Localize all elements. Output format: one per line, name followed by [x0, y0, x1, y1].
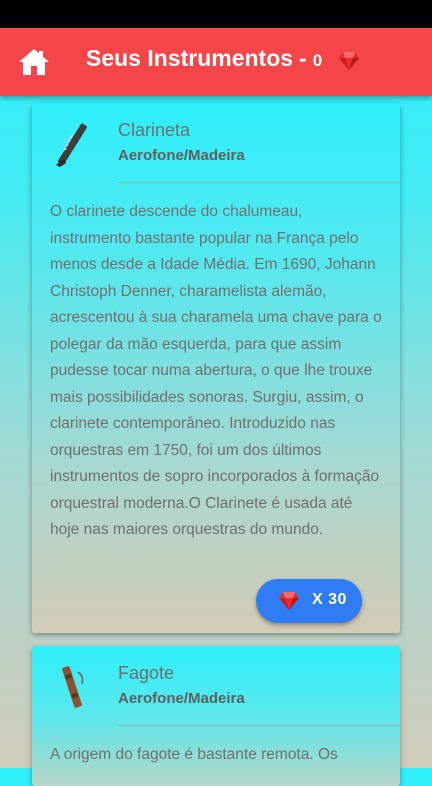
divider: [118, 725, 400, 726]
instrument-name: Fagote: [118, 663, 175, 683]
buy-button[interactable]: X 30: [256, 579, 362, 623]
gem-count: 0: [312, 51, 323, 70]
instrument-category: Aerofone/Madeira: [118, 147, 245, 164]
gem-icon: [339, 52, 359, 70]
instrument-description: A origem do fagote é bastante remota. Os: [50, 746, 338, 763]
divider: [118, 182, 400, 183]
page-title-text: Seus Instrumentos: [86, 45, 294, 71]
app-bar: Seus Instrumentos -0: [0, 28, 432, 96]
instrument-category: Aerofone/Madeira: [118, 690, 245, 707]
clarinet-icon: [56, 123, 87, 167]
instrument-name: Clarineta: [118, 120, 191, 140]
instrument-card: Fagote Aerofone/Madeira A origem do fago…: [32, 646, 400, 786]
page-title: Seus Instrumentos -0: [86, 45, 322, 72]
gem-icon: [279, 592, 299, 610]
bassoon-icon: [62, 666, 84, 708]
instrument-description: O clarinete descende do chalumeau, instr…: [50, 203, 382, 538]
status-bar: [0, 0, 432, 28]
instrument-card: Clarineta Aerofone/Madeira O clarinete d…: [32, 103, 400, 633]
title-separator: -: [299, 45, 307, 71]
price-label: X 30: [312, 591, 347, 608]
home-icon[interactable]: [18, 48, 50, 76]
